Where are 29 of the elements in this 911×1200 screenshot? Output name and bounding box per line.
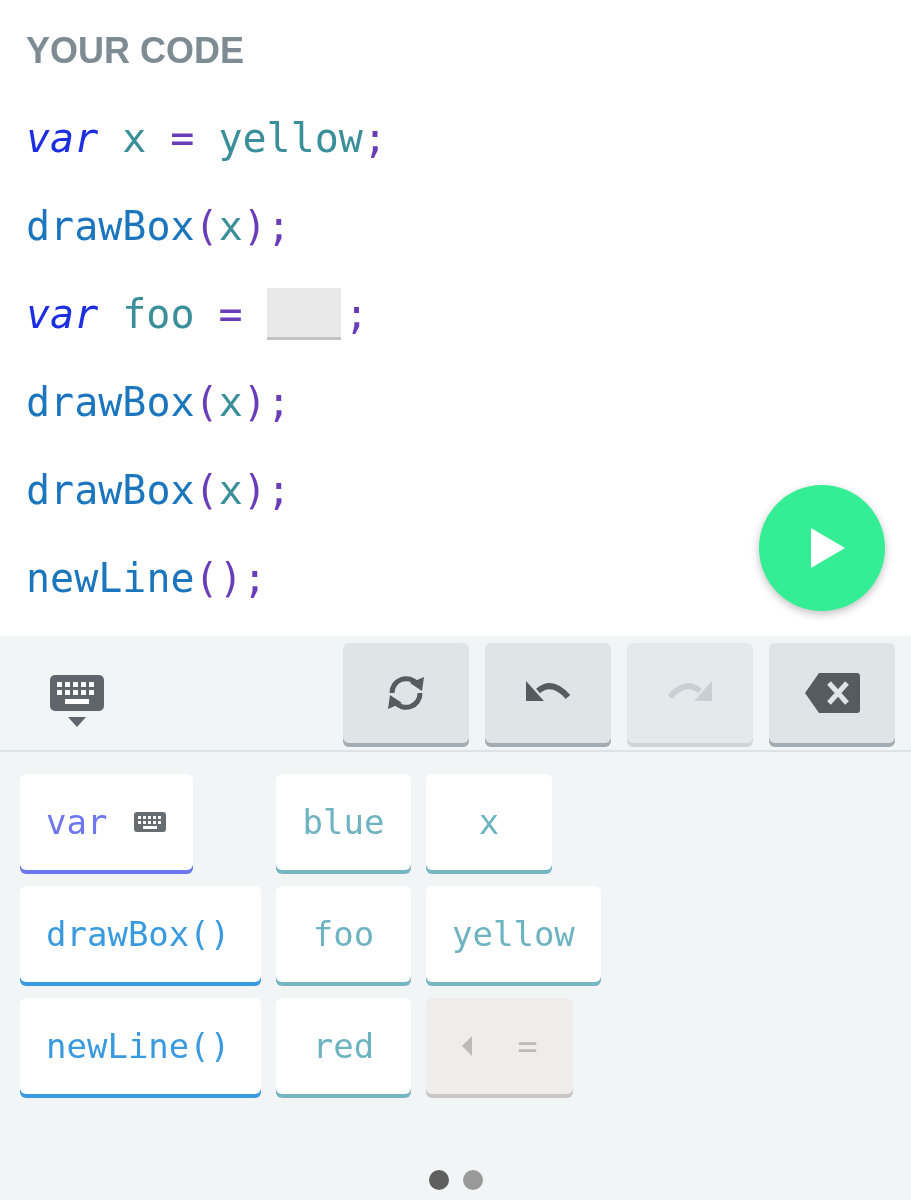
section-title: YOUR CODE (26, 29, 246, 73)
left-triangle-icon (461, 1035, 474, 1057)
code-token: x (218, 379, 243, 425)
code-token: newLine (26, 555, 195, 601)
code-token: drawBox (26, 203, 195, 249)
code-token: = (218, 291, 243, 337)
code-token: = (170, 115, 195, 161)
code-token: foo (122, 291, 195, 337)
keyboard-icon (133, 811, 168, 833)
code-token: ( (194, 203, 219, 249)
code-token: ); (242, 379, 291, 425)
code-token: var (26, 115, 99, 161)
code-token: var (26, 291, 99, 337)
code-token: x (122, 115, 147, 161)
code-token: ; (344, 291, 369, 337)
page-dot[interactable] (462, 1170, 483, 1190)
code-token: ; (362, 115, 388, 161)
code-token: ); (242, 467, 291, 513)
code-token: x (218, 203, 243, 249)
code-token: drawBox (26, 467, 195, 513)
code-token: ( (194, 379, 219, 425)
backspace-icon (803, 671, 861, 715)
code-token: (); (194, 555, 267, 601)
code-token: x (218, 467, 243, 513)
code-token: ); (242, 203, 291, 249)
code-token: yellow (218, 115, 363, 161)
page-dot[interactable] (428, 1170, 449, 1190)
code-token: drawBox (26, 379, 195, 425)
code-token: ( (194, 467, 219, 513)
